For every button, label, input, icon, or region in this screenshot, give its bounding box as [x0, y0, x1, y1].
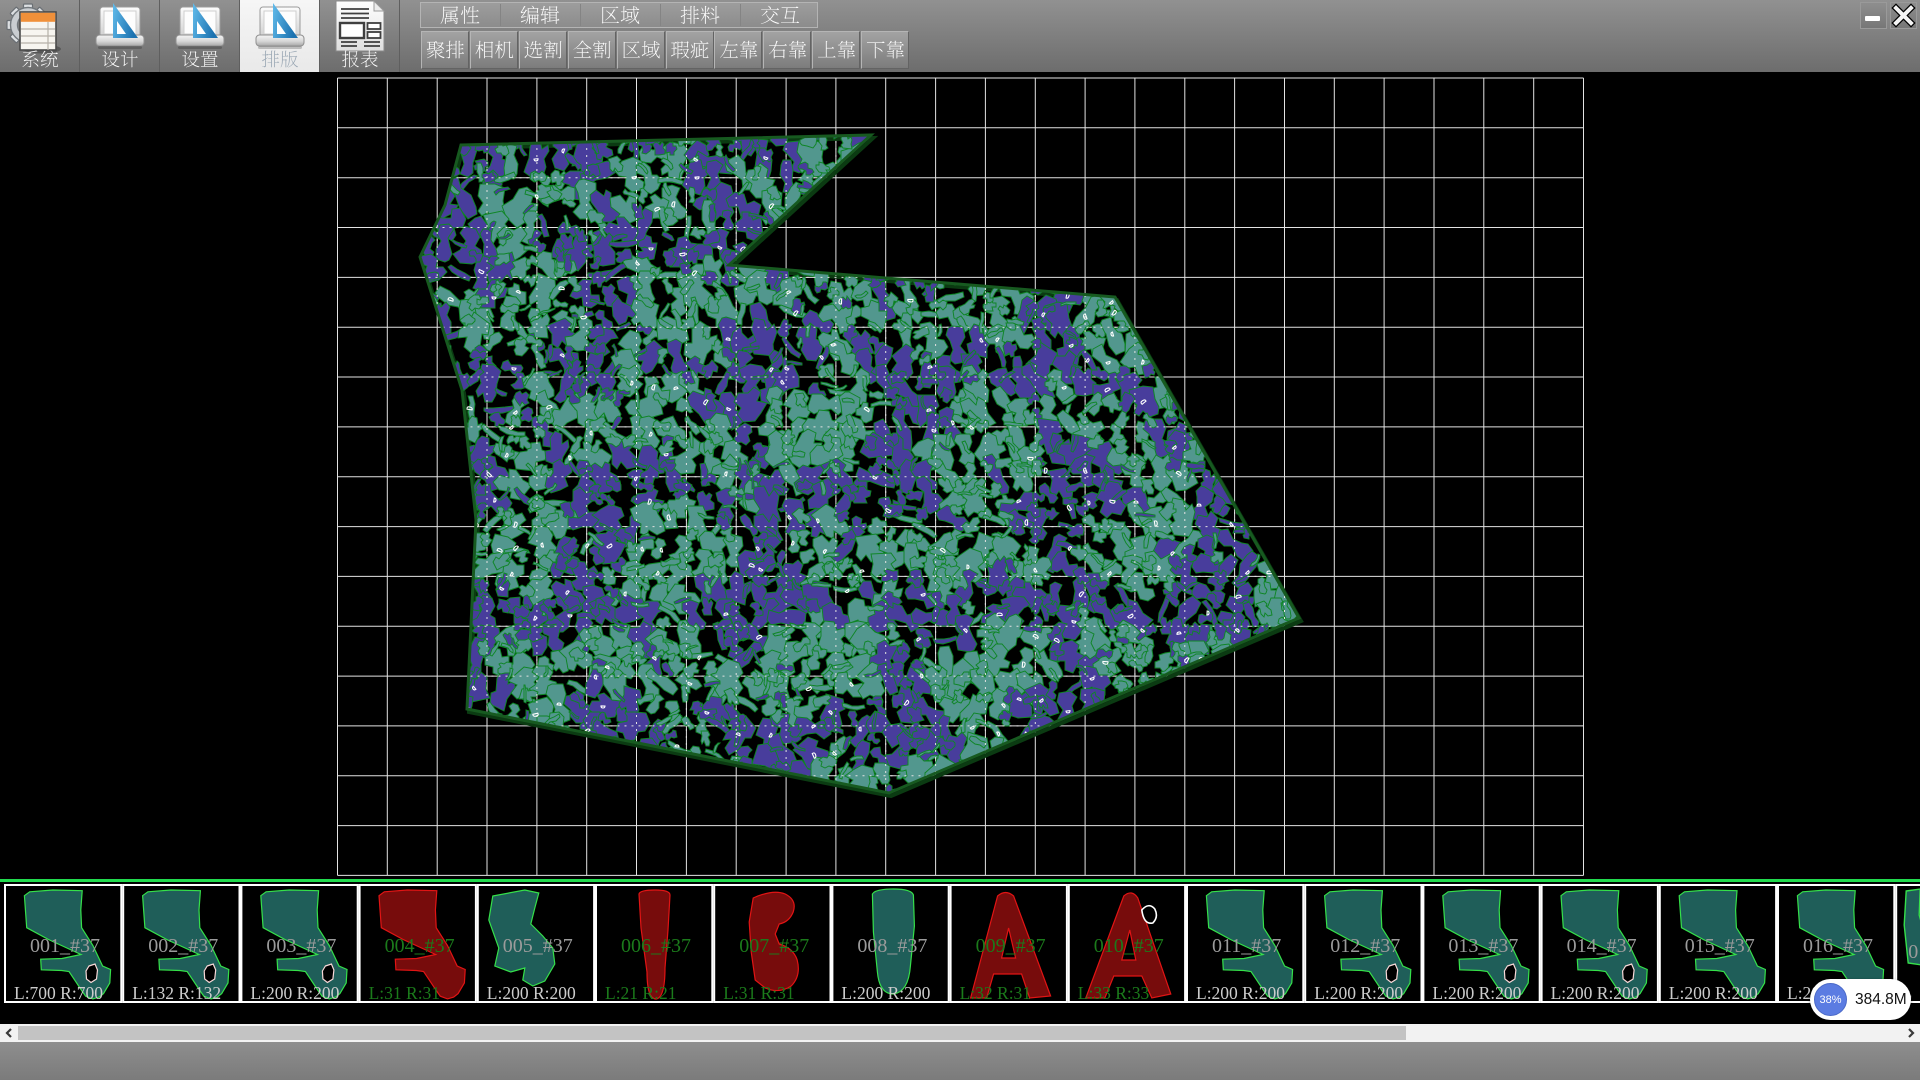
- svg-text:013_#37: 013_#37: [1448, 935, 1518, 957]
- svg-text:L:33 R:33: L:33 R:33: [1078, 983, 1150, 1003]
- svg-text:003_#37: 003_#37: [266, 935, 336, 957]
- svg-text:014_#37: 014_#37: [1567, 935, 1637, 957]
- svg-text:016_#37: 016_#37: [1803, 935, 1873, 957]
- svg-text:005_#37: 005_#37: [503, 935, 573, 957]
- svg-text:0: 0: [1908, 941, 1918, 963]
- svg-text:008_#37: 008_#37: [857, 935, 927, 957]
- svg-text:L:700 R:700: L:700 R:700: [14, 983, 103, 1003]
- svg-text:L:21 R:21: L:21 R:21: [605, 983, 676, 1003]
- svg-text:010_#37: 010_#37: [1094, 935, 1164, 957]
- svg-text:L:200 R:200: L:200 R:200: [487, 983, 576, 1003]
- svg-text:L:200 R:200: L:200 R:200: [250, 983, 339, 1003]
- svg-text:L:132 R:132: L:132 R:132: [132, 983, 221, 1003]
- svg-text:L:200 R:200: L:200 R:200: [1196, 983, 1285, 1003]
- svg-text:L:31 R:31: L:31 R:31: [723, 983, 794, 1003]
- svg-text:L:200 R:200: L:200 R:200: [1669, 983, 1758, 1003]
- svg-text:L:200 R:200: L:200 R:200: [841, 983, 930, 1003]
- svg-text:006_#37: 006_#37: [621, 935, 691, 957]
- svg-text:001_#37: 001_#37: [30, 935, 100, 957]
- svg-text:002_#37: 002_#37: [148, 935, 218, 957]
- svg-text:L:200 R:200: L:200 R:200: [1314, 983, 1403, 1003]
- svg-text:009_#37: 009_#37: [976, 935, 1046, 957]
- svg-text:004_#37: 004_#37: [385, 935, 455, 957]
- svg-text:L:200 R:200: L:200 R:200: [1432, 983, 1521, 1003]
- svg-text:007_#37: 007_#37: [739, 935, 809, 957]
- svg-text:L:31 R:31: L:31 R:31: [369, 983, 440, 1003]
- svg-text:012_#37: 012_#37: [1330, 935, 1400, 957]
- svg-text:L:200 R:200: L:200 R:200: [1551, 983, 1640, 1003]
- svg-text:L:32 R:31: L:32 R:31: [960, 983, 1031, 1003]
- svg-text:015_#37: 015_#37: [1685, 935, 1755, 957]
- svg-text:011_#37: 011_#37: [1212, 935, 1281, 957]
